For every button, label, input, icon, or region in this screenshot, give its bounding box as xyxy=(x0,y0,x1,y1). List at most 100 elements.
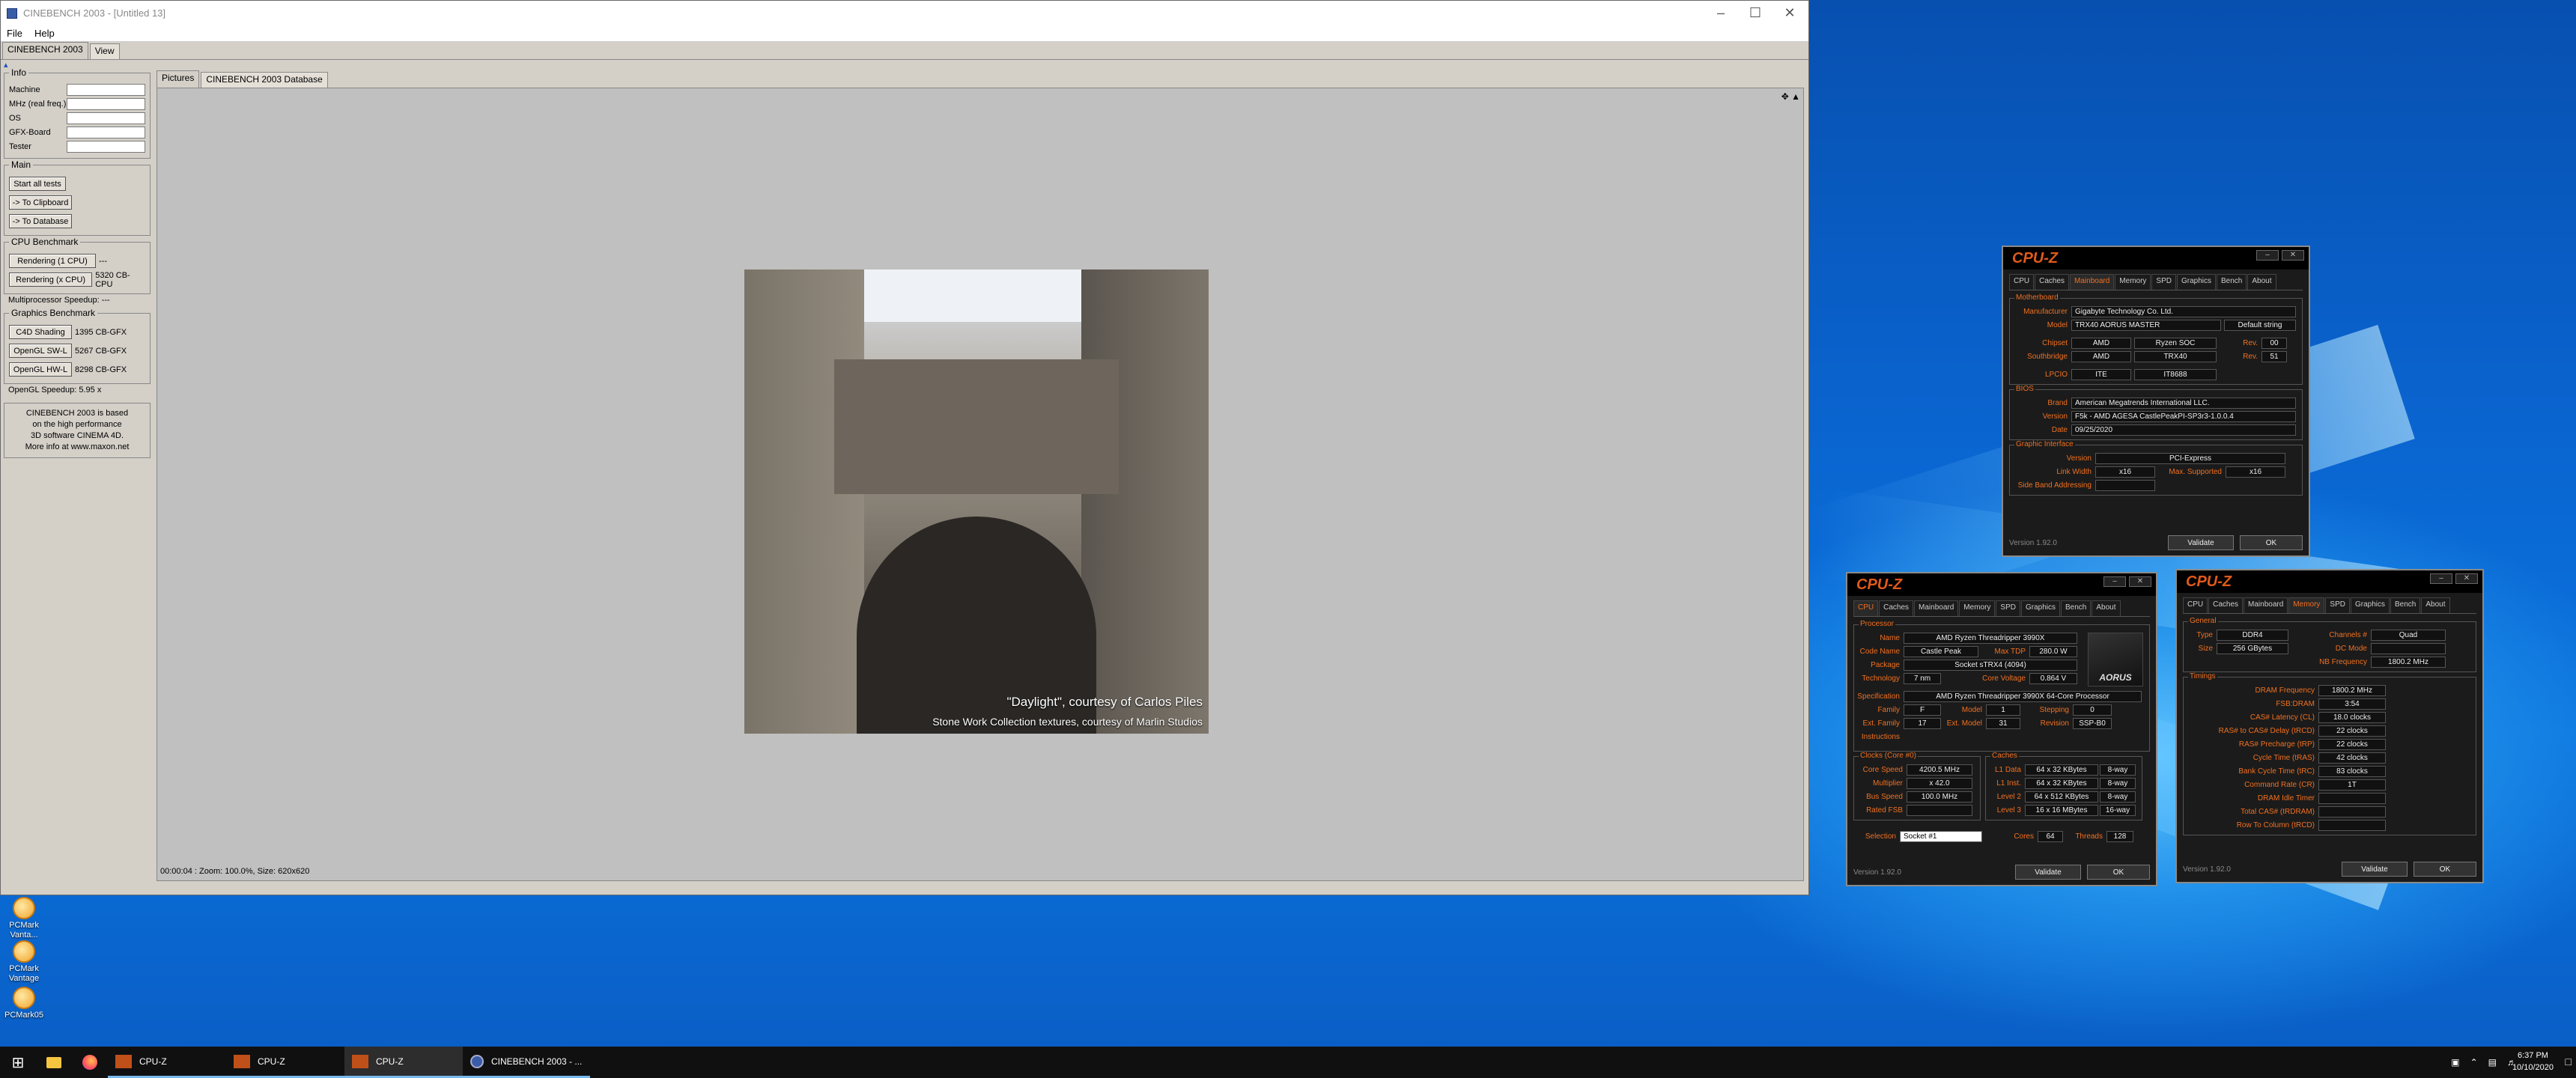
start-button[interactable]: ⊞ xyxy=(0,1047,36,1078)
desktop-icon-pcmark-vantage[interactable]: PCMark Vantage xyxy=(3,940,45,984)
close-button[interactable]: ✕ xyxy=(2455,573,2478,584)
manufacturer-value: Gigabyte Technology Co. Ltd. xyxy=(2071,305,2296,317)
to-clipboard-button[interactable]: -> To Clipboard xyxy=(9,195,72,210)
taskbar-app-cpuz[interactable]: CPU-Z xyxy=(226,1047,344,1078)
viewport-controls-icon[interactable]: ✥ ▲ xyxy=(1781,91,1800,102)
version-text: Version 1.92.0 xyxy=(2009,538,2057,547)
menu-file[interactable]: File xyxy=(1,28,28,39)
tab-bench[interactable]: Bench xyxy=(2390,597,2421,613)
opengl-swl-button[interactable]: OpenGL SW-L xyxy=(9,344,72,358)
minimize-button[interactable]: – xyxy=(2430,573,2452,584)
selection-dropdown[interactable]: Socket #1 xyxy=(1900,830,1982,842)
cpuz-titlebar[interactable]: CPU-Z – ✕ xyxy=(2177,570,2482,593)
tab-caches[interactable]: Caches xyxy=(2035,274,2070,290)
timing-value: 1T xyxy=(2318,779,2386,791)
rendering-xcpu-button[interactable]: Rendering (x CPU) xyxy=(9,272,93,287)
notification-icon[interactable]: □ xyxy=(2566,1056,2572,1068)
validate-button[interactable]: Validate xyxy=(2168,535,2234,550)
cpuz-titlebar[interactable]: CPU-Z – ✕ xyxy=(2003,247,2309,270)
timing-label: FSB:DRAM xyxy=(2276,699,2315,708)
close-button[interactable]: ✕ xyxy=(1772,1,1807,25)
version-text: Version 1.92.0 xyxy=(2183,865,2231,874)
to-database-button[interactable]: -> To Database xyxy=(9,214,72,228)
caches-section: Caches L1 Data 64 x 32 KBytes 8-way L1 Ins… xyxy=(1985,752,2142,820)
tab-spd[interactable]: SPD xyxy=(2325,597,2350,613)
start-all-button[interactable]: Start all tests xyxy=(9,177,66,191)
tab-caches[interactable]: Caches xyxy=(2208,597,2244,613)
channels-label: Channels # xyxy=(2329,630,2367,639)
tab-graphics[interactable]: Graphics xyxy=(2020,600,2060,616)
cache-way: 8-way xyxy=(2100,777,2136,789)
close-button[interactable]: ✕ xyxy=(2129,576,2151,587)
cache-label: Level 3 xyxy=(1996,806,2021,814)
tab-about[interactable]: About xyxy=(2092,600,2121,616)
maximize-button[interactable]: ☐ xyxy=(1738,1,1772,25)
tab-cpu[interactable]: CPU xyxy=(2009,274,2035,290)
minimize-button[interactable]: – xyxy=(2103,576,2126,587)
cinebench-window: CINEBENCH 2003 - [Untitled 13] – ☐ ✕ Fil… xyxy=(0,0,1809,895)
tab-pictures[interactable]: Pictures xyxy=(157,70,200,88)
minimize-button[interactable]: – xyxy=(1704,1,1738,25)
ok-button[interactable]: OK xyxy=(2087,865,2150,880)
pin-icon[interactable]: ▴ xyxy=(1,60,1808,70)
ok-button[interactable]: OK xyxy=(2414,862,2476,877)
main-group: Main Start all tests -> To Clipboard -> … xyxy=(4,159,151,236)
desktop-icon-pcmark-vanta[interactable]: PCMark Vanta... xyxy=(3,897,45,940)
cinebench-titlebar[interactable]: CINEBENCH 2003 - [Untitled 13] – ☐ ✕ xyxy=(1,1,1808,25)
c4d-shading-button[interactable]: C4D Shading xyxy=(9,325,72,339)
taskbar-app-cpuz[interactable]: CPU-Z xyxy=(344,1047,463,1078)
tab-memory[interactable]: Memory xyxy=(1959,600,1996,616)
tab-mainboard[interactable]: Mainboard xyxy=(1914,600,1959,616)
file-explorer-icon[interactable] xyxy=(36,1047,72,1078)
tab-graphics[interactable]: Graphics xyxy=(2176,274,2216,290)
clock[interactable]: 6:37 PM 10/10/2020 xyxy=(2512,1050,2554,1074)
tab-about[interactable]: About xyxy=(2247,274,2276,290)
cache-size: 16 x 16 MBytes xyxy=(2025,804,2098,816)
tab-about[interactable]: About xyxy=(2421,597,2450,613)
taskbar-app-cpuz[interactable]: CPU-Z xyxy=(108,1047,226,1078)
tab-mainboard[interactable]: Mainboard xyxy=(2070,274,2115,290)
validate-button[interactable]: Validate xyxy=(2342,862,2408,877)
gi-version-label: Version xyxy=(2066,454,2092,463)
tab-mainboard[interactable]: Mainboard xyxy=(2244,597,2288,613)
desktop-icon-pcmark05[interactable]: PCMark05 xyxy=(3,987,45,1020)
tab-bench[interactable]: Bench xyxy=(2061,600,2092,616)
os-field[interactable] xyxy=(67,112,145,124)
tab-cpu[interactable]: CPU xyxy=(1853,600,1879,616)
tab-view[interactable]: View xyxy=(89,43,120,59)
tab-cpu[interactable]: CPU xyxy=(2183,597,2208,613)
tab-database[interactable]: CINEBENCH 2003 Database xyxy=(201,72,328,88)
chevron-up-icon[interactable]: ⌃ xyxy=(2470,1057,2478,1068)
tab-memory[interactable]: Memory xyxy=(2115,274,2151,290)
usb-icon[interactable]: ▣ xyxy=(2451,1057,2459,1068)
tab-memory[interactable]: Memory xyxy=(2288,597,2325,613)
channels: Quad xyxy=(2371,629,2446,641)
mhz-field[interactable] xyxy=(67,97,145,110)
tab-graphics[interactable]: Graphics xyxy=(2350,597,2390,613)
cache-way: 8-way xyxy=(2100,764,2136,776)
cache-label: Level 2 xyxy=(1996,792,2021,801)
gi-version: PCI-Express xyxy=(2095,452,2285,464)
ok-button[interactable]: OK xyxy=(2240,535,2303,550)
render-viewport[interactable]: ✥ ▲ "Daylight", courtesy of Carlos Piles… xyxy=(157,88,1804,881)
machine-field[interactable] xyxy=(67,83,145,96)
minimize-button[interactable]: – xyxy=(2256,250,2279,261)
tab-cinebench[interactable]: CINEBENCH 2003 xyxy=(2,42,88,59)
tab-spd[interactable]: SPD xyxy=(2151,274,2176,290)
nb-frequency-label: NB Frequency xyxy=(2319,657,2367,666)
tab-bench[interactable]: Bench xyxy=(2217,274,2247,290)
tab-spd[interactable]: SPD xyxy=(1996,600,2020,616)
opengl-hwl-button[interactable]: OpenGL HW-L xyxy=(9,362,72,377)
firefox-icon[interactable] xyxy=(72,1047,108,1078)
menu-help[interactable]: Help xyxy=(28,28,61,39)
tab-caches[interactable]: Caches xyxy=(1879,600,1914,616)
rendering-1cpu-button[interactable]: Rendering (1 CPU) xyxy=(9,254,96,268)
validate-button[interactable]: Validate xyxy=(2015,865,2081,880)
taskbar-app-cinebench[interactable]: CINEBENCH 2003 - ... xyxy=(463,1047,590,1078)
cpuz-titlebar[interactable]: CPU-Z – ✕ xyxy=(1847,573,2156,596)
info-group: Info Machine MHz (real freq.) OS GFX-Boa… xyxy=(4,67,151,159)
gfx-board-field[interactable] xyxy=(67,126,145,138)
network-icon[interactable]: ▤ xyxy=(2488,1057,2497,1068)
close-button[interactable]: ✕ xyxy=(2282,250,2304,261)
tester-field[interactable] xyxy=(67,140,145,153)
